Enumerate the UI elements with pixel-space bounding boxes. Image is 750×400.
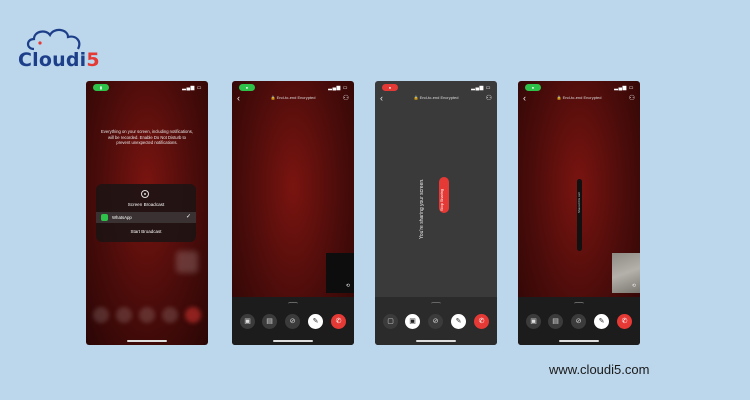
blurred-button (93, 307, 109, 323)
blurred-tile (176, 251, 198, 273)
encryption-label: 🔒 End-to-end Encrypted (270, 95, 316, 100)
flip-camera-icon[interactable]: ⟲ (632, 283, 636, 289)
video-off-icon[interactable]: ⊘ (285, 314, 300, 329)
brand-name: Cloudi5 (18, 49, 100, 71)
blurred-end-button (185, 307, 201, 323)
stop-sharing-label: Stop Sharing (440, 189, 444, 211)
broadcast-warning-text: Everything on your screen, including not… (101, 129, 193, 145)
add-user-icon[interactable]: ⚇ (629, 94, 635, 102)
call-controls-bar: ▣ ▤ ⊘ ✎ ✆ (232, 297, 354, 345)
shared-screen-indicator: Shared this call (577, 179, 582, 251)
self-view-pip[interactable]: ⟲ (612, 253, 640, 293)
call-topbar: ‹ 🔒 End-to-end Encrypted ⚇ (518, 93, 640, 105)
status-bar: ● ▂▄▆ ▭ (232, 84, 354, 93)
mute-icon[interactable]: ✎ (451, 314, 466, 329)
end-call-icon[interactable]: ✆ (474, 314, 489, 329)
end-call-icon[interactable]: ✆ (617, 314, 632, 329)
drawer-handle[interactable] (574, 302, 584, 306)
checkmark-icon: ✓ (185, 214, 191, 220)
status-bar: ● ▂▄▆ ▭ (375, 84, 497, 93)
home-indicator (416, 340, 456, 342)
call-topbar: ‹ 🔒 End-to-end Encrypted ⚇ (232, 93, 354, 105)
sheet-title: Screen Broadcast (127, 202, 165, 207)
flip-camera-icon[interactable]: ⟲ (346, 283, 350, 289)
signal-battery-icon: ▂▄▆ ▭ (328, 85, 348, 91)
add-user-icon[interactable]: ⚇ (486, 94, 492, 102)
home-indicator (273, 340, 313, 342)
sharing-message: You're sharing your screen. (419, 178, 425, 239)
blurred-button (139, 307, 155, 323)
blurred-button (116, 307, 132, 323)
add-user-icon[interactable]: ⚇ (343, 94, 349, 102)
blurred-call-controls (86, 307, 208, 327)
whatsapp-label: WhatsApp (112, 215, 132, 220)
end-call-icon[interactable]: ✆ (331, 314, 346, 329)
signal-battery-icon: ▂▄▆ ▭ (182, 85, 202, 91)
encryption-label: 🔒 End-to-end Encrypted (556, 95, 602, 100)
phone-shared-call: ● ▂▄▆ ▭ ‹ 🔒 End-to-end Encrypted ⚇ Share… (518, 81, 640, 345)
self-view-pip[interactable]: ⟲ (326, 253, 354, 293)
camera-icon[interactable]: ▢ (383, 314, 398, 329)
stop-sharing-button[interactable]: Stop Sharing (439, 177, 449, 213)
call-indicator-pill[interactable]: ▮ (93, 84, 109, 91)
whatsapp-icon (101, 214, 108, 221)
phone-sharing-screen: ● ▂▄▆ ▭ ‹ 🔒 End-to-end Encrypted ⚇ You'r… (375, 81, 497, 345)
screen-share-icon[interactable]: ▣ (405, 314, 420, 329)
call-topbar: ‹ 🔒 End-to-end Encrypted ⚇ (375, 93, 497, 105)
brand-logo: Cloudi5 (18, 27, 100, 75)
signal-battery-icon: ▂▄▆ ▭ (614, 85, 634, 91)
video-off-icon[interactable]: ⊘ (571, 314, 586, 329)
start-broadcast-button[interactable]: Start Broadcast (96, 229, 196, 234)
cloud-logo-icon (26, 28, 81, 51)
shared-screen-label: Shared this call (577, 192, 581, 213)
whatsapp-option[interactable]: WhatsApp ✓ (96, 212, 196, 223)
encryption-label: 🔒 End-to-end Encrypted (413, 95, 459, 100)
website-url[interactable]: www.cloudi5.com (549, 362, 649, 377)
status-bar: ● ▂▄▆ ▭ (518, 84, 640, 93)
mute-icon[interactable]: ✎ (308, 314, 323, 329)
phone-screen-broadcast: ▮ ▂▄▆ ▭ Everything on your screen, inclu… (86, 81, 208, 345)
drawer-handle[interactable] (431, 302, 441, 306)
video-off-icon[interactable]: ⊘ (428, 314, 443, 329)
status-bar: ▮ ▂▄▆ ▭ (86, 84, 208, 93)
home-indicator (559, 340, 599, 342)
home-indicator (127, 340, 167, 342)
recording-pill[interactable]: ● (382, 84, 398, 91)
signal-battery-icon: ▂▄▆ ▭ (471, 85, 491, 91)
camera-icon[interactable]: ▤ (548, 314, 563, 329)
screen-share-icon[interactable]: ▣ (526, 314, 541, 329)
blurred-button (162, 307, 178, 323)
screen-broadcast-sheet: Screen Broadcast WhatsApp ✓ Start Broadc… (96, 184, 196, 242)
call-controls-bar: ▢ ▣ ⊘ ✎ ✆ (375, 297, 497, 345)
phone-video-call: ● ▂▄▆ ▭ ‹ 🔒 End-to-end Encrypted ⚇ ⟲ ▣ ▤… (232, 81, 354, 345)
call-timer-pill[interactable]: ● (525, 84, 541, 91)
camera-icon[interactable]: ▤ (262, 314, 277, 329)
record-icon (141, 190, 149, 198)
call-controls-bar: ▣ ▤ ⊘ ✎ ✆ (518, 297, 640, 345)
drawer-handle[interactable] (288, 302, 298, 306)
call-timer-pill[interactable]: ● (239, 84, 255, 91)
mute-icon[interactable]: ✎ (594, 314, 609, 329)
screen-share-icon[interactable]: ▣ (240, 314, 255, 329)
